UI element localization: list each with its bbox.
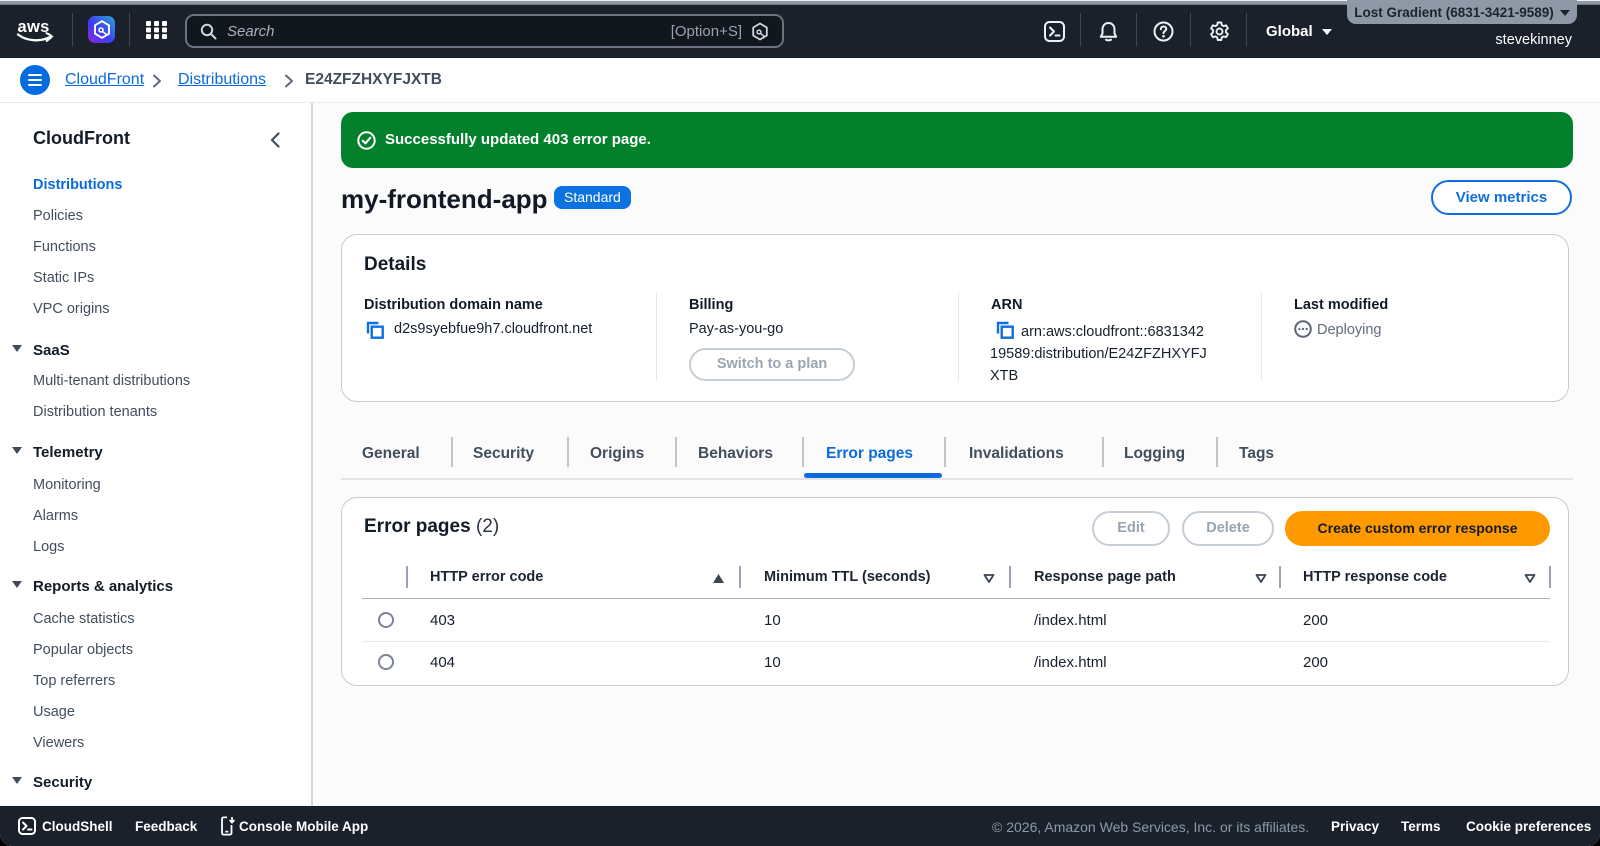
svg-text:aws: aws [18,18,50,36]
